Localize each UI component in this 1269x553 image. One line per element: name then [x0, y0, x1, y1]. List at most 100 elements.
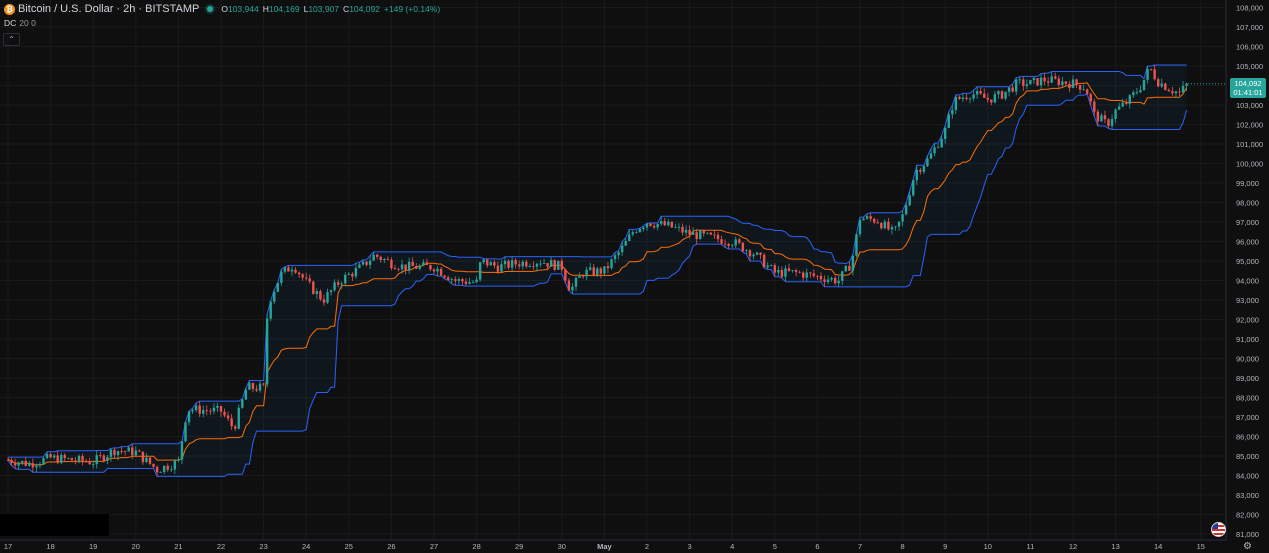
x-tick-label: 19 — [89, 542, 97, 551]
x-tick-label: 9 — [943, 542, 947, 551]
indicator-legend[interactable]: DC 20 0 — [4, 18, 36, 28]
candle — [478, 261, 482, 282]
x-tick-label: 30 — [558, 542, 566, 551]
bitcoin-icon: ₿ — [4, 3, 15, 15]
x-tick-label: 21 — [174, 542, 182, 551]
symbol-title[interactable]: Bitcoin / U.S. Dollar · 2h · BITSTAMP — [18, 3, 199, 15]
y-tick-label: 86,000 — [1236, 433, 1259, 442]
ohlc-values: O 103,944 H 104,169 L 103,907 C 104,092 +149… — [221, 4, 440, 14]
x-tick-label: 3 — [688, 542, 692, 551]
candle — [670, 221, 674, 229]
y-tick-label: 105,000 — [1236, 62, 1263, 71]
chart-header: ₿ Bitcoin / U.S. Dollar · 2h · BITSTAMP … — [4, 2, 440, 16]
last-price-tag: 104,092 01:41:01 — [1230, 78, 1266, 98]
x-tick-label: 6 — [815, 542, 819, 551]
x-tick-label: 14 — [1154, 542, 1162, 551]
candle — [1142, 79, 1146, 91]
bar-countdown: 01:41:01 — [1233, 88, 1263, 97]
y-tick-label: 103,000 — [1236, 101, 1263, 110]
candle — [762, 252, 766, 268]
candle — [699, 229, 702, 240]
y-tick-label: 96,000 — [1236, 238, 1259, 247]
y-tick-label: 99,000 — [1236, 179, 1259, 188]
x-tick-label: 5 — [773, 542, 777, 551]
y-tick-label: 91,000 — [1236, 335, 1259, 344]
market-status-icon[interactable] — [207, 6, 214, 12]
y-tick-label: 85,000 — [1236, 452, 1259, 461]
candle — [610, 258, 613, 270]
y-tick-label: 100,000 — [1236, 160, 1263, 169]
y-tick-label: 88,000 — [1236, 394, 1259, 403]
x-tick-label: 13 — [1111, 542, 1119, 551]
low-value: 103,907 — [308, 4, 340, 14]
y-tick-label: 107,000 — [1236, 23, 1263, 32]
high-value: 104,169 — [268, 4, 300, 14]
candle — [947, 112, 950, 129]
y-tick-label: 102,000 — [1236, 121, 1263, 130]
candle — [844, 265, 847, 272]
x-tick-label: 10 — [984, 542, 992, 551]
x-tick-label: 12 — [1069, 542, 1077, 551]
candle — [557, 260, 560, 270]
open-value: 103,944 — [227, 4, 259, 14]
x-tick-label: 20 — [132, 542, 140, 551]
y-tick-label: 106,000 — [1236, 43, 1263, 52]
candle — [553, 259, 556, 272]
x-tick-label: 22 — [217, 542, 225, 551]
y-tick-label: 108,000 — [1236, 4, 1263, 13]
change-value: +149 (+0.14%) — [383, 4, 441, 14]
x-tick-label: 23 — [259, 542, 267, 551]
y-tick-label: 90,000 — [1236, 355, 1259, 364]
redacted-area — [0, 514, 109, 536]
y-tick-label: 82,000 — [1236, 511, 1259, 520]
candle — [855, 233, 858, 258]
us-flag-icon[interactable] — [1211, 522, 1226, 537]
y-tick-label: 92,000 — [1236, 316, 1259, 325]
x-tick-label: 24 — [302, 542, 310, 551]
candle — [312, 280, 315, 295]
candle — [1036, 77, 1039, 87]
price-chart[interactable]: 81,000 82,000 83,000 84,000 85,000 86,000 87,0… — [0, 0, 1269, 553]
y-tick-label: 81,000 — [1236, 530, 1259, 539]
candle — [276, 282, 279, 293]
x-tick-label: May — [597, 542, 612, 551]
collapse-legend-button[interactable]: ⌃ — [3, 33, 20, 46]
candle — [1029, 79, 1032, 85]
x-tick-label: 15 — [1197, 542, 1205, 551]
candle — [1000, 90, 1004, 100]
y-tick-label: 89,000 — [1236, 374, 1259, 383]
y-tick-label: 93,000 — [1236, 296, 1259, 305]
y-tick-label: 83,000 — [1236, 491, 1259, 500]
y-tick-label: 87,000 — [1236, 413, 1259, 422]
candle — [269, 300, 272, 322]
open-key: O — [221, 4, 228, 14]
x-axis: 17 18 19 20 21 22 23 24 25 26 27 28 29 30 May 2 3 4 5 6 7 8 9 1… — [4, 542, 1205, 551]
y-tick-label: 94,000 — [1236, 277, 1259, 286]
candle — [1164, 82, 1167, 91]
candle — [244, 388, 248, 400]
candle — [184, 421, 187, 443]
y-tick-label: 101,000 — [1236, 140, 1263, 149]
candle — [741, 242, 745, 253]
x-tick-label: 17 — [4, 542, 12, 551]
x-tick-label: 2 — [645, 542, 649, 551]
x-tick-label: 25 — [345, 542, 353, 551]
candle — [241, 398, 244, 409]
y-tick-label: 84,000 — [1236, 472, 1259, 481]
y-tick-label: 97,000 — [1236, 218, 1259, 227]
close-value: 104,092 — [349, 4, 380, 14]
x-tick-label: 8 — [901, 542, 905, 551]
candle — [265, 314, 269, 388]
indicator-name: DC — [4, 18, 17, 28]
last-price: 104,092 — [1234, 79, 1262, 88]
y-tick-label: 95,000 — [1236, 257, 1259, 266]
x-tick-label: 7 — [858, 542, 862, 551]
candle — [912, 179, 915, 197]
x-tick-label: 18 — [46, 542, 54, 551]
x-tick-label: 11 — [1027, 542, 1035, 551]
x-tick-label: 4 — [730, 542, 734, 551]
gear-icon[interactable]: ⚙ — [1243, 541, 1252, 552]
candle — [70, 457, 74, 461]
x-tick-label: 29 — [515, 542, 523, 551]
y-tick-label: 98,000 — [1236, 199, 1259, 208]
